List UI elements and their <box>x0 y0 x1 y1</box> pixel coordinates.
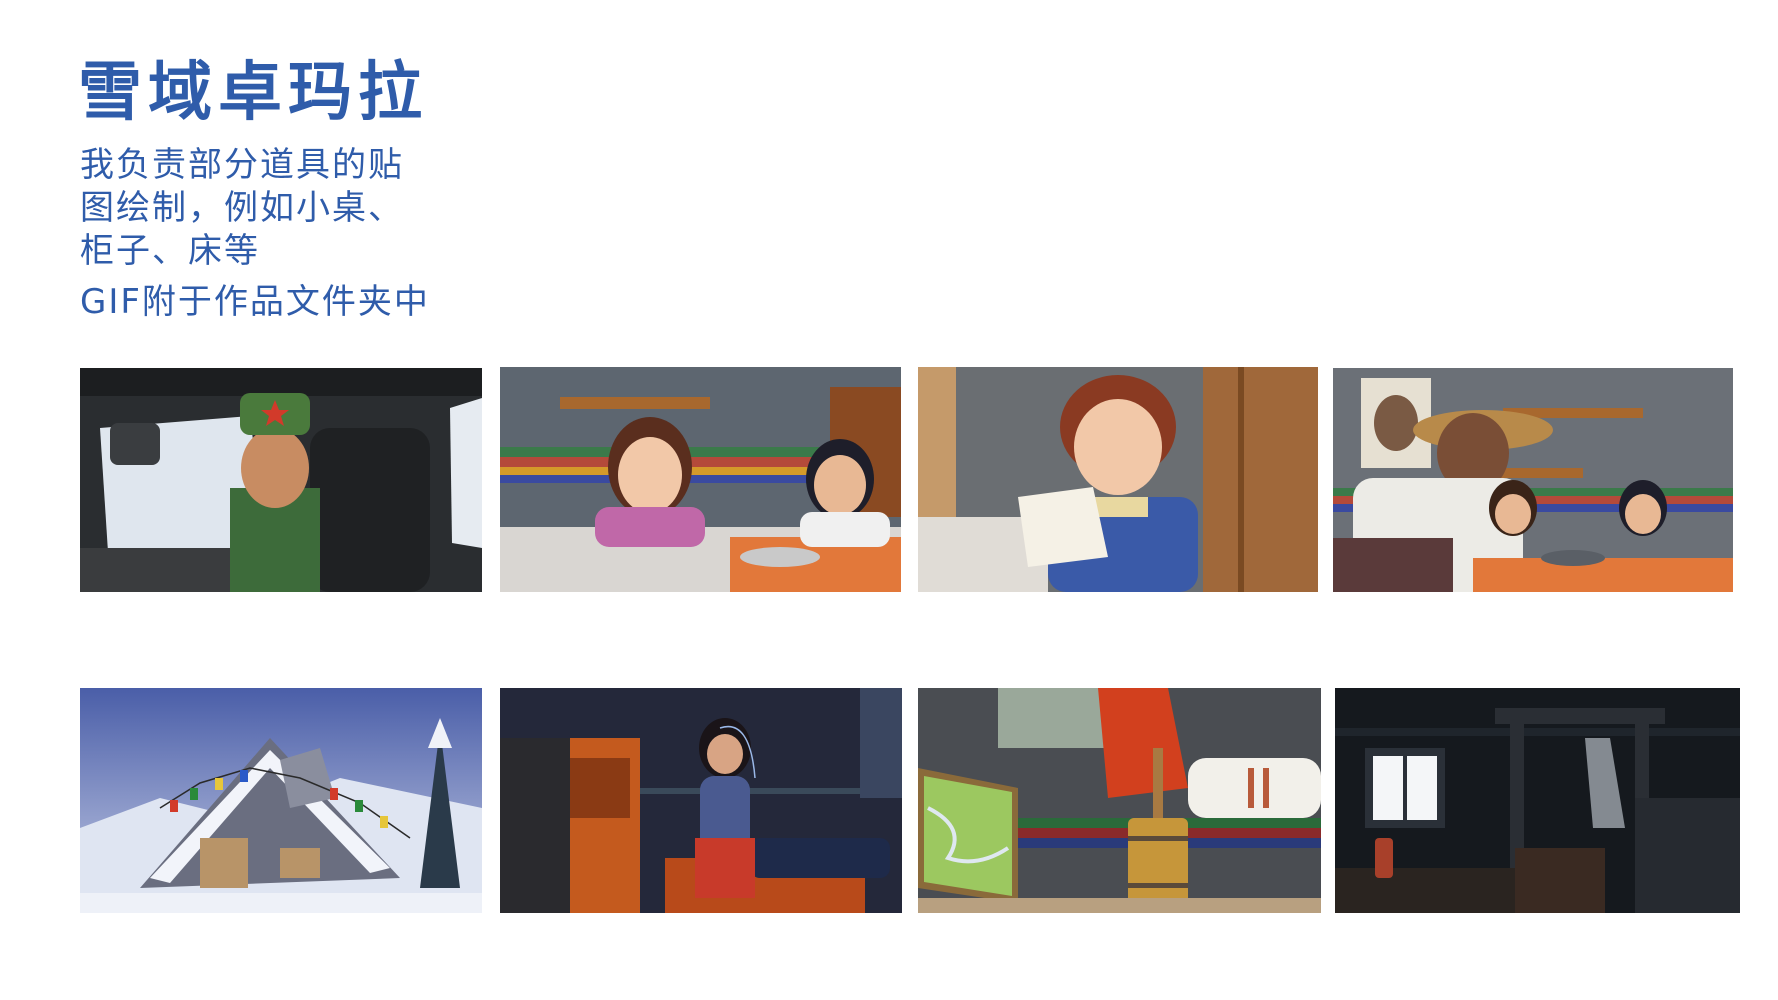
gif-note: GIF附于作品文件夹中 <box>80 282 430 322</box>
desc-line-3: 柜子、床等 <box>80 231 260 271</box>
frame-snowy-tent-exterior <box>80 688 482 913</box>
desc-line-2: 图绘制，例如小桌、 <box>80 188 404 228</box>
desc-line-1: 我负责部分道具的贴 <box>80 145 404 185</box>
description: 我负责部分道具的贴 图绘制，例如小桌、 柜子、床等 GIF附于作品文件夹中 <box>80 144 430 324</box>
frame-two-girls-at-table <box>500 367 901 592</box>
frame-girl-sewing-at-night <box>500 688 902 913</box>
frame-girl-reading-letter <box>918 367 1318 592</box>
page-title: 雪域卓玛拉 <box>78 56 428 130</box>
frame-driver-in-truck <box>80 368 482 592</box>
frame-dark-room-window <box>1335 688 1740 913</box>
frame-grandmother-with-girls <box>1333 368 1733 592</box>
frame-butter-churn-closeup <box>918 688 1321 913</box>
